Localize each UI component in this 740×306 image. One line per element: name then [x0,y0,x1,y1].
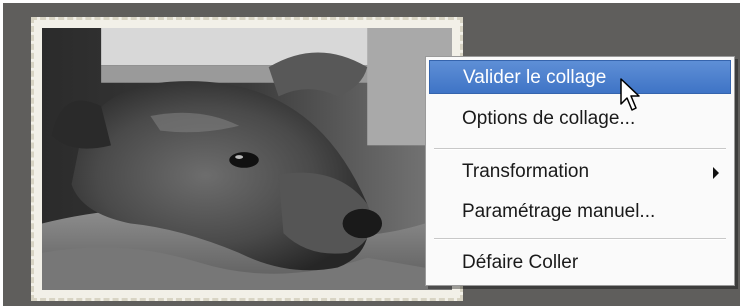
dog-photo [42,28,452,290]
menu-separator [434,238,726,240]
pasted-image-selection[interactable] [31,17,463,301]
pointer-cursor-icon [620,78,640,111]
menu-item-transformation[interactable]: Transformation [429,155,731,189]
pasted-image [42,28,452,290]
menu-separator [434,148,726,150]
menu-item-manual-settings[interactable]: Paramétrage manuel... [429,195,731,229]
menu-item-undo-paste[interactable]: Défaire Coller [429,246,731,280]
menu-item-label: Options de collage... [462,108,636,129]
context-menu: Valider le collage Options de collage...… [425,56,735,286]
submenu-arrow-icon [713,167,719,179]
menu-item-label: Valider le collage [463,67,607,88]
menu-item-label: Transformation [462,161,590,182]
menu-item-validate-paste[interactable]: Valider le collage [429,60,731,94]
menu-item-label: Défaire Coller [462,252,579,273]
menu-item-label: Paramétrage manuel... [462,201,656,222]
menu-item-paste-options[interactable]: Options de collage... [429,102,731,136]
